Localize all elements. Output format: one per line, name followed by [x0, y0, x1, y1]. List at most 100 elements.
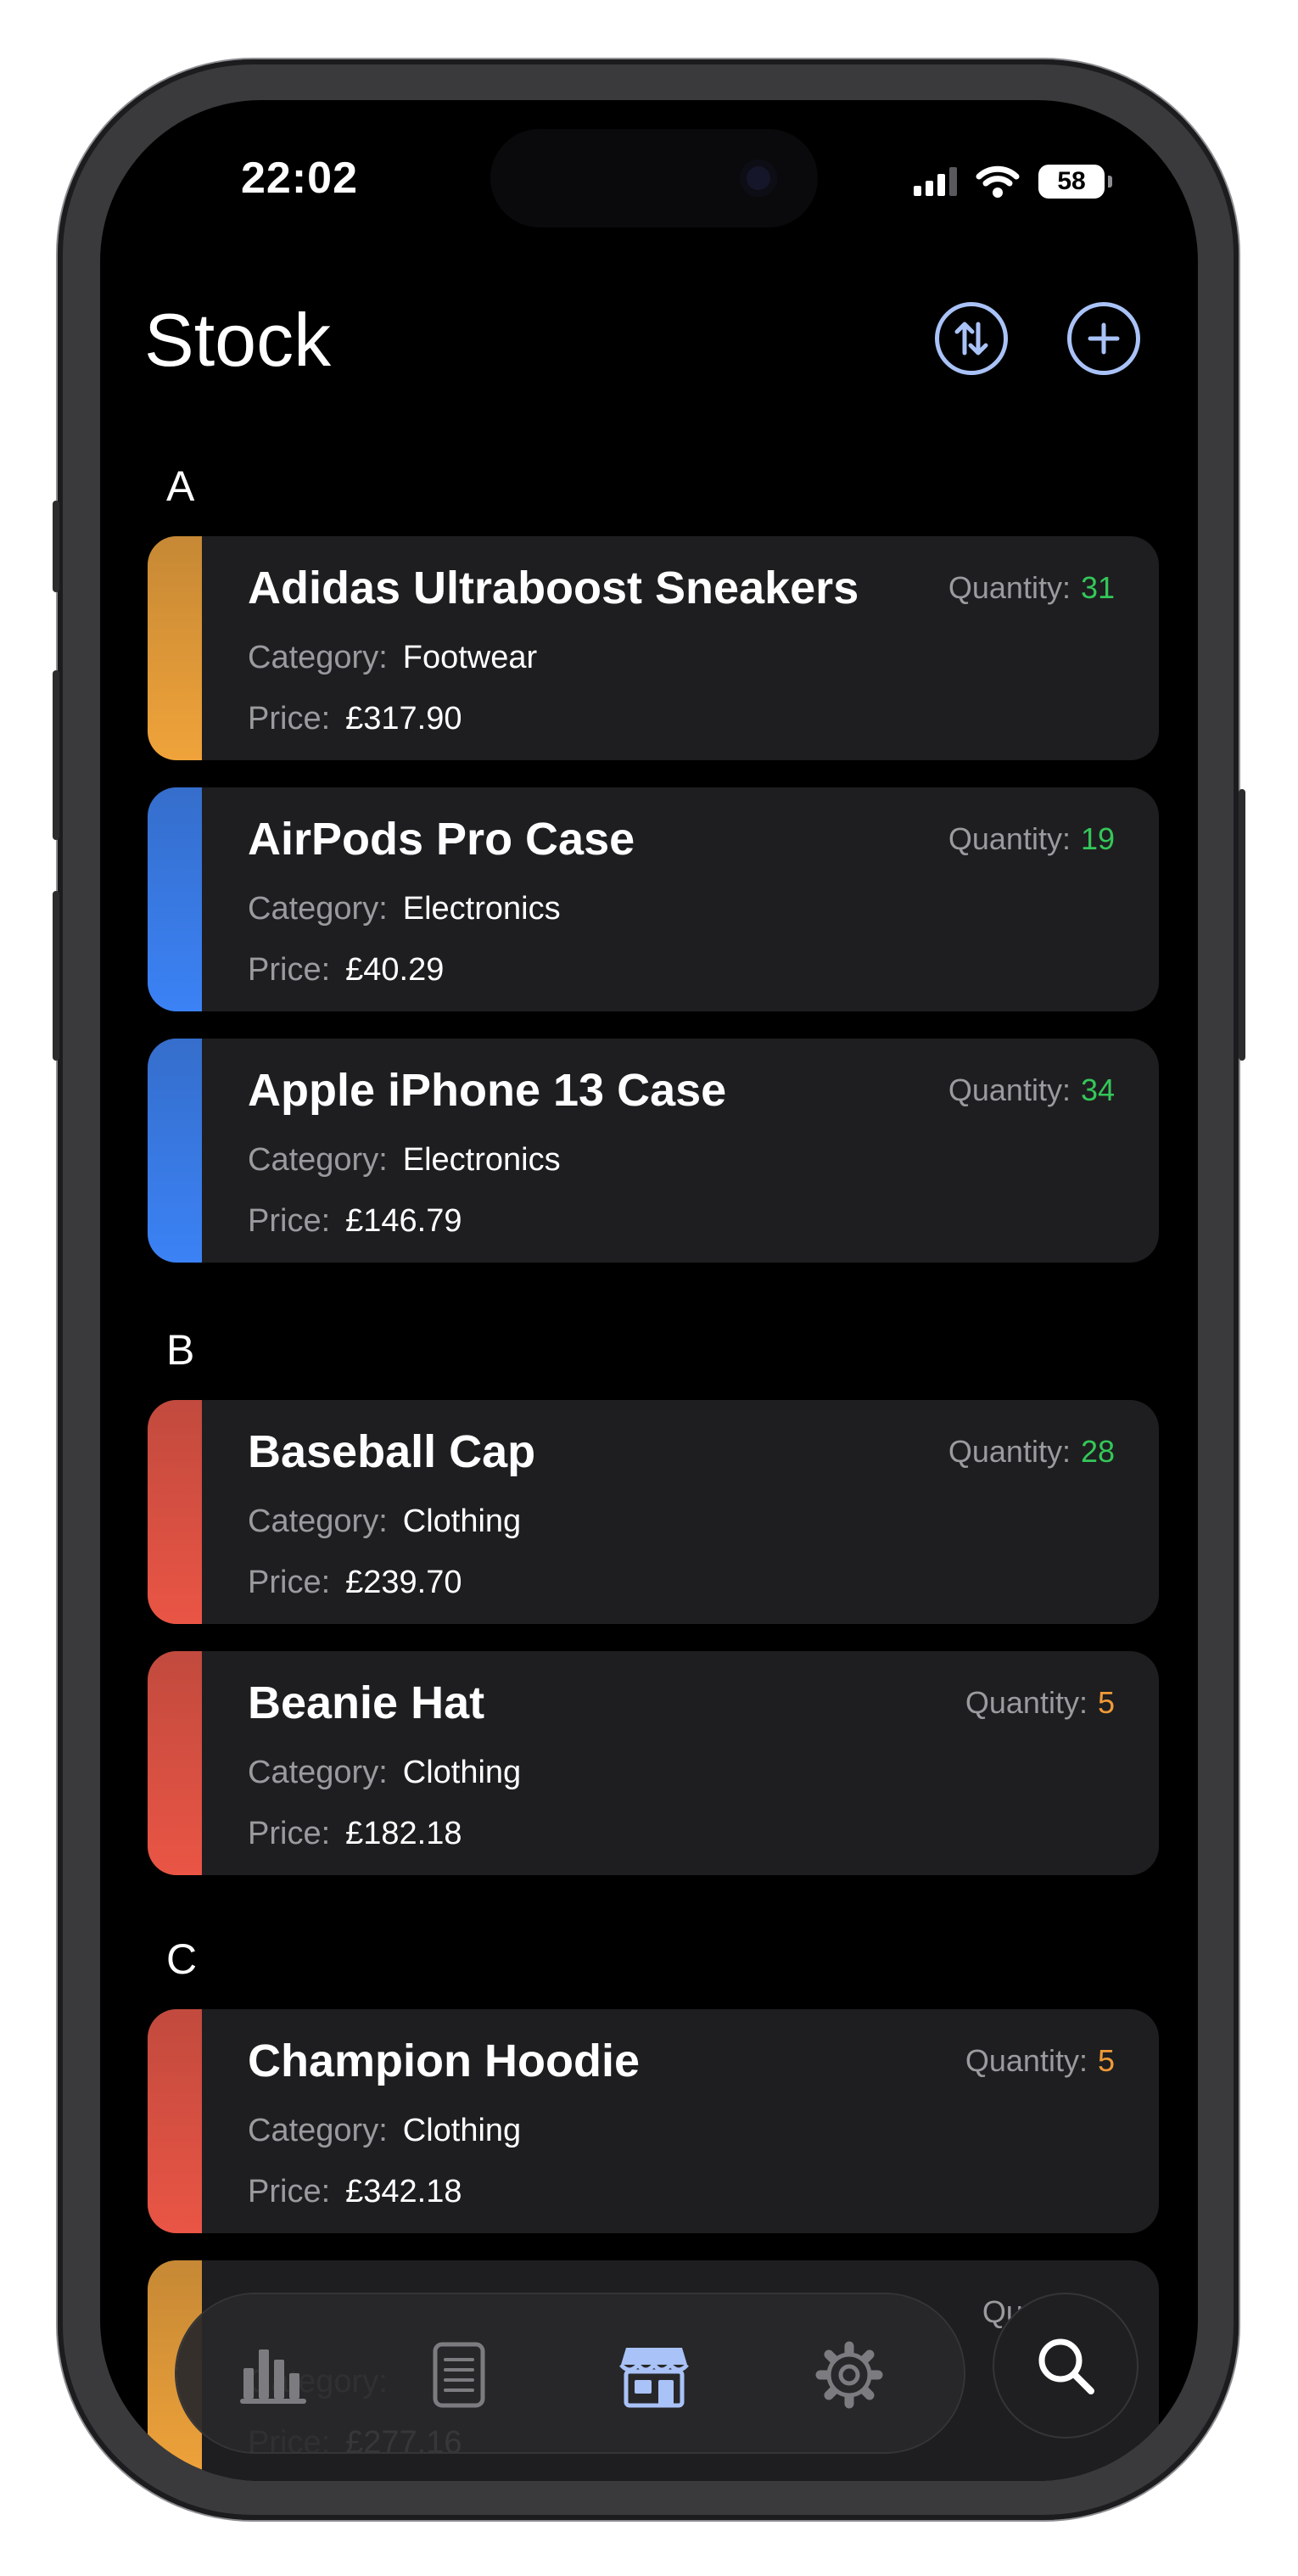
item-name: Baseball Cap — [248, 1426, 536, 1477]
bar-chart-icon — [240, 2349, 306, 2404]
price-row: Price: £239.70 — [248, 1565, 462, 1601]
battery-level: 58 — [1057, 167, 1086, 195]
price-value: £40.29 — [345, 952, 445, 988]
tab-stock[interactable] — [607, 2328, 701, 2422]
category-label: Category: — [248, 1504, 388, 1539]
price-value: £239.70 — [345, 1565, 462, 1600]
category-row: Category: Clothing — [248, 2113, 521, 2149]
quantity-value: 5 — [1097, 2043, 1115, 2078]
quantity-label: Quantity: — [948, 821, 1071, 856]
price-value: £146.79 — [345, 1203, 462, 1239]
price-row: Price: £317.90 — [248, 701, 462, 737]
category-value: Electronics — [402, 1142, 561, 1178]
stock-item-card[interactable]: Apple iPhone 13 Case Quantity: 34 Categor… — [148, 1039, 1159, 1263]
section-header-a: A — [166, 462, 195, 510]
quantity-label: Quantity: — [965, 1685, 1088, 1720]
price-label: Price: — [248, 952, 331, 988]
list-document-icon — [433, 2342, 485, 2408]
add-item-button[interactable] — [1067, 302, 1140, 375]
storefront-icon — [619, 2348, 689, 2408]
screen: 22:02 58 Stock A Adidas Ultraboost Sneak… — [100, 100, 1198, 2481]
item-name: Apple iPhone 13 Case — [248, 1065, 727, 1116]
price-value: £317.90 — [345, 701, 462, 736]
category-label: Category: — [248, 2113, 388, 2148]
stock-item-card[interactable]: Champion Hoodie Quantity: 5 Category: Clot… — [148, 2009, 1159, 2233]
tab-bar — [176, 2294, 964, 2452]
price-row: Price: £40.29 — [248, 952, 444, 988]
category-row: Category: Clothing — [248, 1755, 521, 1791]
item-name: Champion Hoodie — [248, 2036, 640, 2086]
item-name: AirPods Pro Case — [248, 814, 635, 865]
category-color-bar — [148, 1039, 202, 1263]
section-header-c: C — [166, 1935, 198, 1983]
search-button[interactable] — [994, 2294, 1137, 2437]
battery-icon: 58 — [1038, 165, 1112, 199]
category-color-bar — [148, 2009, 202, 2233]
quantity-display: Quantity: 31 — [948, 570, 1115, 606]
quantity-value: 31 — [1080, 570, 1115, 605]
price-label: Price: — [248, 2174, 331, 2209]
cellular-signal-icon — [914, 167, 957, 196]
stock-item-card[interactable]: Baseball Cap Quantity: 28 Category: Clothi… — [148, 1400, 1159, 1624]
category-row: Category: Electronics — [248, 891, 561, 927]
quantity-label: Quantity: — [948, 570, 1071, 605]
stock-item-card[interactable]: AirPods Pro Case Quantity: 19 Category: El… — [148, 787, 1159, 1011]
category-value: Electronics — [402, 891, 561, 927]
sort-arrows-icon — [954, 322, 988, 356]
price-row: Price: £342.18 — [248, 2174, 462, 2210]
price-label: Price: — [248, 1203, 331, 1239]
category-color-bar — [148, 536, 202, 760]
plus-icon — [1088, 322, 1120, 355]
category-color-bar — [148, 1400, 202, 1624]
action-button — [53, 501, 59, 592]
quantity-value: 34 — [1080, 1072, 1115, 1107]
price-value: £342.18 — [345, 2174, 462, 2209]
category-value: Clothing — [402, 1504, 522, 1539]
category-value: Clothing — [402, 2113, 522, 2148]
quantity-display: Quantity: 5 — [965, 1685, 1115, 1721]
tab-settings[interactable] — [803, 2328, 896, 2422]
price-value: £182.18 — [345, 1816, 462, 1851]
category-value: Clothing — [402, 1755, 522, 1790]
category-row: Category: Electronics — [248, 1142, 561, 1179]
quantity-label: Quantity: — [965, 2043, 1088, 2078]
quantity-display: Quantity: 5 — [965, 2043, 1115, 2079]
category-color-bar — [148, 1651, 202, 1875]
quantity-label: Quantity: — [948, 1434, 1071, 1469]
quantity-value: 5 — [1097, 1685, 1115, 1720]
category-value: Footwear — [402, 640, 538, 675]
category-label: Category: — [248, 1755, 388, 1790]
tab-analytics[interactable] — [227, 2328, 321, 2422]
sort-button[interactable] — [935, 302, 1008, 375]
item-name: Beanie Hat — [248, 1677, 485, 1728]
quantity-display: Quantity: 34 — [948, 1072, 1115, 1108]
stock-item-card[interactable]: Adidas Ultraboost Sneakers Quantity: 31 C… — [148, 536, 1159, 760]
gear-icon — [815, 2341, 883, 2409]
price-label: Price: — [248, 1565, 331, 1600]
quantity-label: Quantity: — [948, 1072, 1071, 1107]
search-icon — [1038, 2338, 1094, 2394]
price-label: Price: — [248, 701, 331, 736]
status-icons: 58 — [914, 165, 1112, 199]
quantity-display: Quantity: 28 — [948, 1434, 1115, 1470]
power-button — [1239, 789, 1245, 1061]
wifi-icon — [976, 165, 1020, 198]
category-label: Category: — [248, 640, 388, 675]
volume-up-button — [53, 670, 59, 840]
category-color-bar — [148, 787, 202, 1011]
status-time: 22:02 — [241, 154, 358, 203]
category-label: Category: — [248, 891, 388, 927]
tab-orders[interactable] — [412, 2328, 506, 2422]
item-name: Adidas Ultraboost Sneakers — [248, 563, 859, 613]
quantity-value: 19 — [1080, 821, 1115, 856]
category-label: Category: — [248, 1142, 388, 1178]
stock-item-card[interactable]: Beanie Hat Quantity: 5 Category: Clothing … — [148, 1651, 1159, 1875]
price-row: Price: £182.18 — [248, 1816, 462, 1852]
price-label: Price: — [248, 1816, 331, 1851]
price-row: Price: £146.79 — [248, 1203, 462, 1240]
page-title: Stock — [144, 298, 332, 382]
quantity-display: Quantity: 19 — [948, 821, 1115, 857]
section-header-b: B — [166, 1326, 195, 1374]
quantity-value: 28 — [1080, 1434, 1115, 1469]
camera-icon — [740, 160, 777, 197]
